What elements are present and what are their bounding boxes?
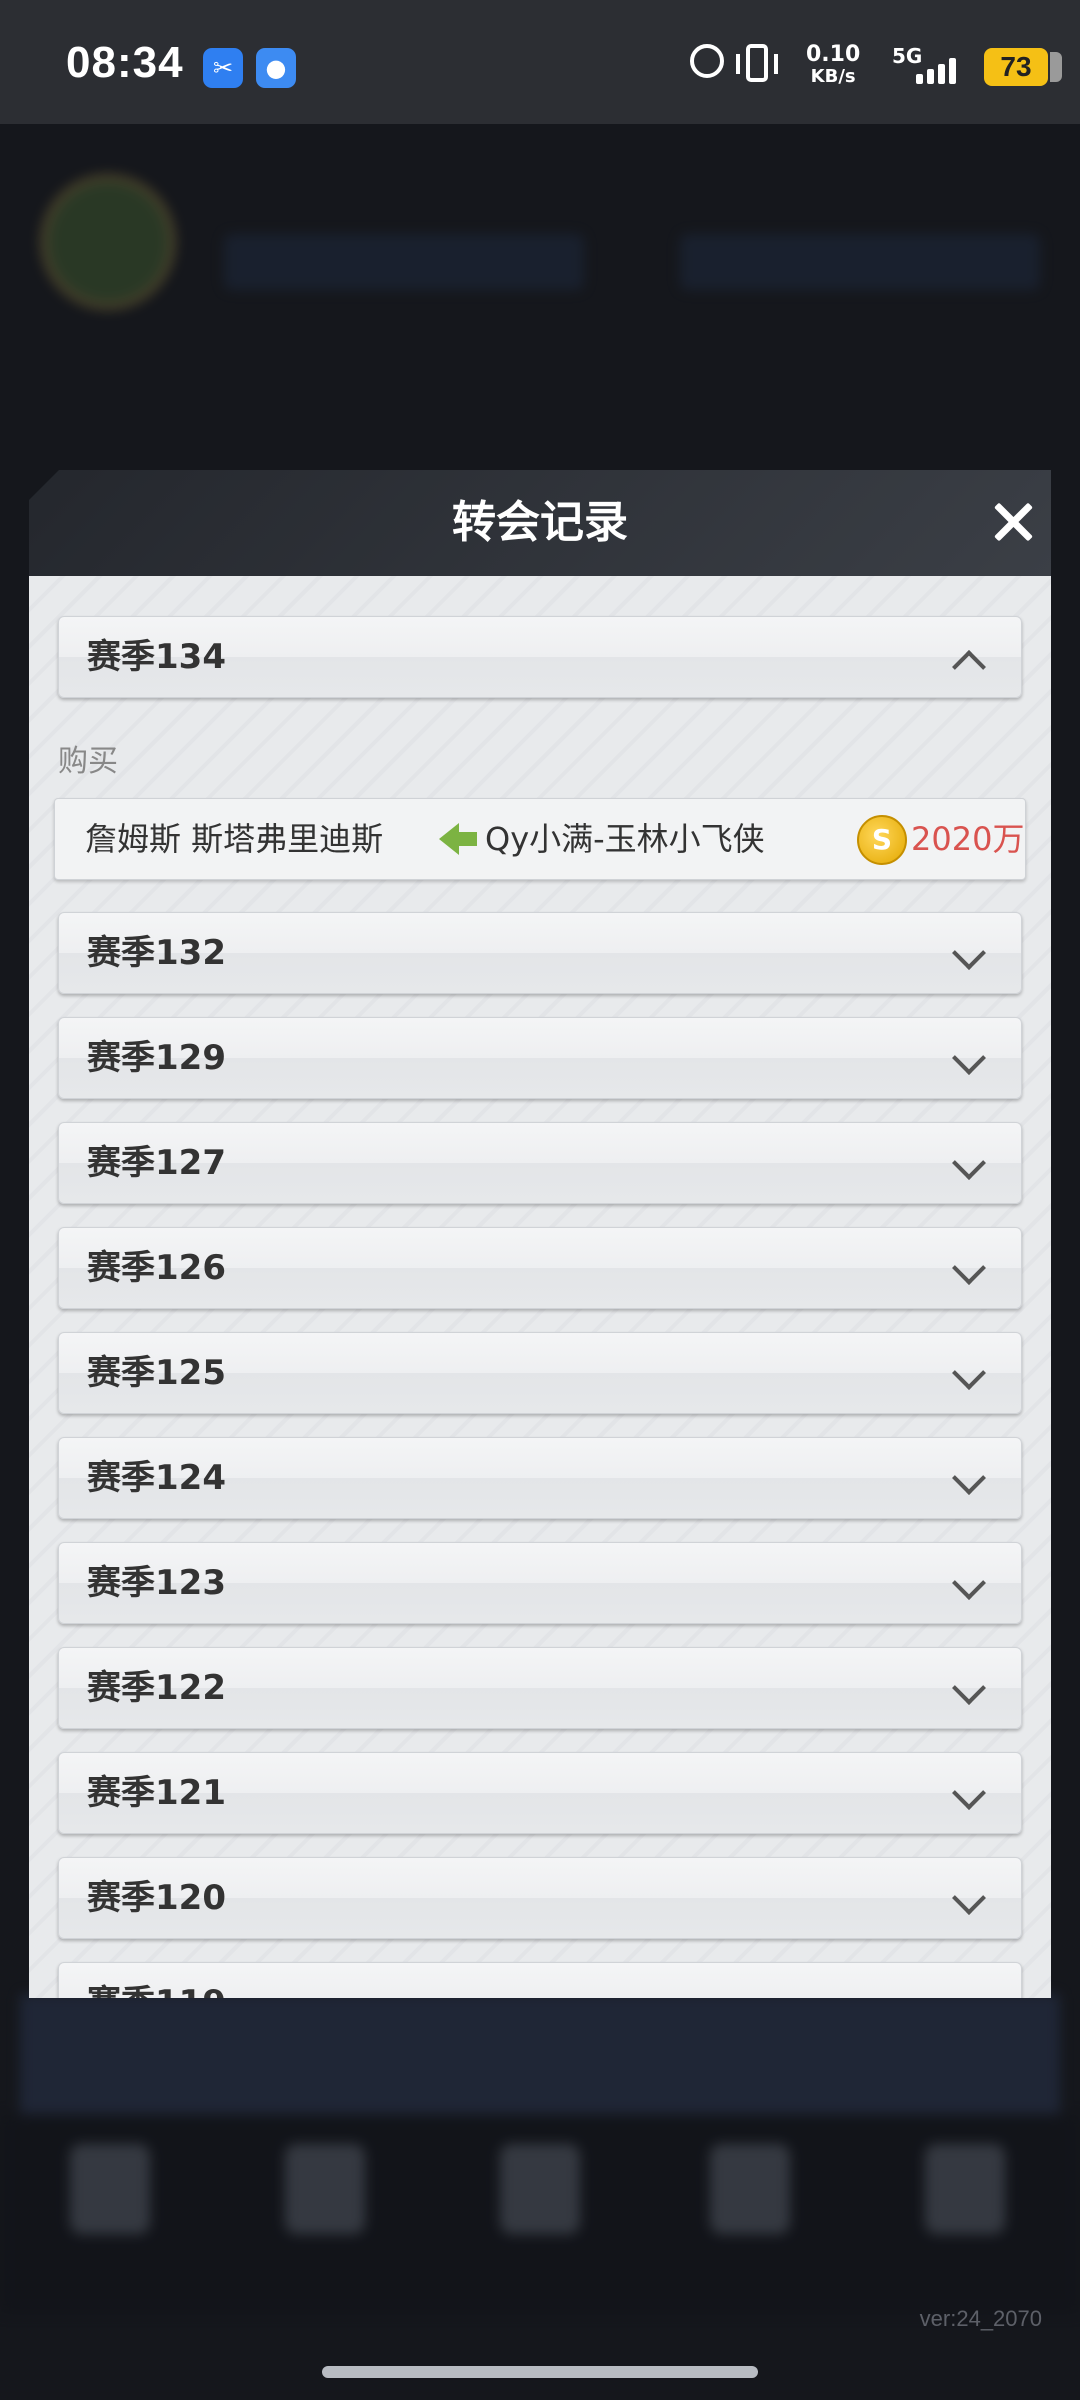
chevron-down-icon bbox=[952, 1041, 986, 1075]
chevron-down-icon bbox=[952, 1461, 986, 1495]
season-row[interactable]: 赛季123 bbox=[58, 1542, 1022, 1624]
season-row[interactable]: 赛季127 bbox=[58, 1122, 1022, 1204]
chevron-down-icon bbox=[952, 1356, 986, 1390]
season-row[interactable]: 赛季119 bbox=[58, 1962, 1022, 1998]
status-bar: 08:34 ✂ ● 0.10 KB/s 5G 73 bbox=[0, 0, 1080, 124]
transfer-history-modal: 转会记录 赛季134 购买 詹姆斯 斯塔弗里迪斯 Qy小满-玉林小飞侠 S 20… bbox=[29, 470, 1051, 1998]
background-banner bbox=[20, 1994, 1060, 2114]
screenshot-app-icon: ✂ bbox=[203, 48, 243, 88]
status-icons: 0.10 KB/s 5G 73 bbox=[660, 0, 1080, 124]
bottom-tab-bar bbox=[0, 2114, 1080, 2314]
network-speed: 0.10 KB/s bbox=[806, 42, 861, 88]
season-label: 赛季134 bbox=[87, 637, 226, 677]
chevron-down-icon bbox=[952, 1251, 986, 1285]
team-logo bbox=[40, 174, 176, 310]
chevron-down-icon bbox=[952, 1776, 986, 1810]
season-row-expanded[interactable]: 赛季134 bbox=[58, 616, 1022, 698]
season-row[interactable]: 赛季122 bbox=[58, 1647, 1022, 1729]
arrow-left-icon bbox=[439, 823, 479, 855]
gem-balance-bar bbox=[680, 234, 1040, 290]
version-label: ver:24_2070 bbox=[919, 2306, 1042, 2331]
chevron-down-icon bbox=[952, 1146, 986, 1180]
network-type: 5G bbox=[892, 44, 923, 68]
clock: 08:34 bbox=[66, 38, 184, 87]
chevron-down-icon bbox=[952, 1566, 986, 1600]
chevron-down-icon bbox=[952, 1986, 986, 1998]
chevron-up-icon bbox=[952, 650, 986, 684]
close-icon[interactable] bbox=[991, 500, 1035, 544]
season-row[interactable]: 赛季124 bbox=[58, 1437, 1022, 1519]
home-indicator[interactable] bbox=[322, 2366, 758, 2378]
modal-body[interactable]: 赛季134 购买 詹姆斯 斯塔弗里迪斯 Qy小满-玉林小飞侠 S 2020万 赛… bbox=[29, 576, 1051, 1998]
chevron-down-icon bbox=[952, 1881, 986, 1915]
transfer-record-row[interactable]: 詹姆斯 斯塔弗里迪斯 Qy小满-玉林小飞侠 S 2020万 bbox=[54, 798, 1026, 880]
coin-balance-bar bbox=[224, 234, 584, 290]
battery-icon: 73 bbox=[984, 48, 1062, 86]
season-row[interactable]: 赛季132 bbox=[58, 912, 1022, 994]
chevron-down-icon bbox=[952, 1671, 986, 1705]
transfer-price: 2020万 bbox=[911, 820, 1025, 858]
source-club: Qy小满-玉林小飞侠 bbox=[485, 820, 765, 858]
alarm-icon bbox=[690, 44, 724, 78]
section-label-buy: 购买 bbox=[58, 744, 118, 779]
vibrate-icon bbox=[736, 44, 778, 82]
season-row[interactable]: 赛季125 bbox=[58, 1332, 1022, 1414]
season-row[interactable]: 赛季121 bbox=[58, 1752, 1022, 1834]
modal-title: 转会记录 bbox=[452, 497, 628, 548]
season-row[interactable]: 赛季120 bbox=[58, 1857, 1022, 1939]
player-name: 詹姆斯 斯塔弗里迪斯 bbox=[85, 820, 384, 858]
season-row[interactable]: 赛季126 bbox=[58, 1227, 1022, 1309]
season-row[interactable]: 赛季129 bbox=[58, 1017, 1022, 1099]
chevron-down-icon bbox=[952, 936, 986, 970]
browser-app-icon: ● bbox=[256, 48, 296, 88]
coin-icon: S bbox=[857, 815, 907, 865]
